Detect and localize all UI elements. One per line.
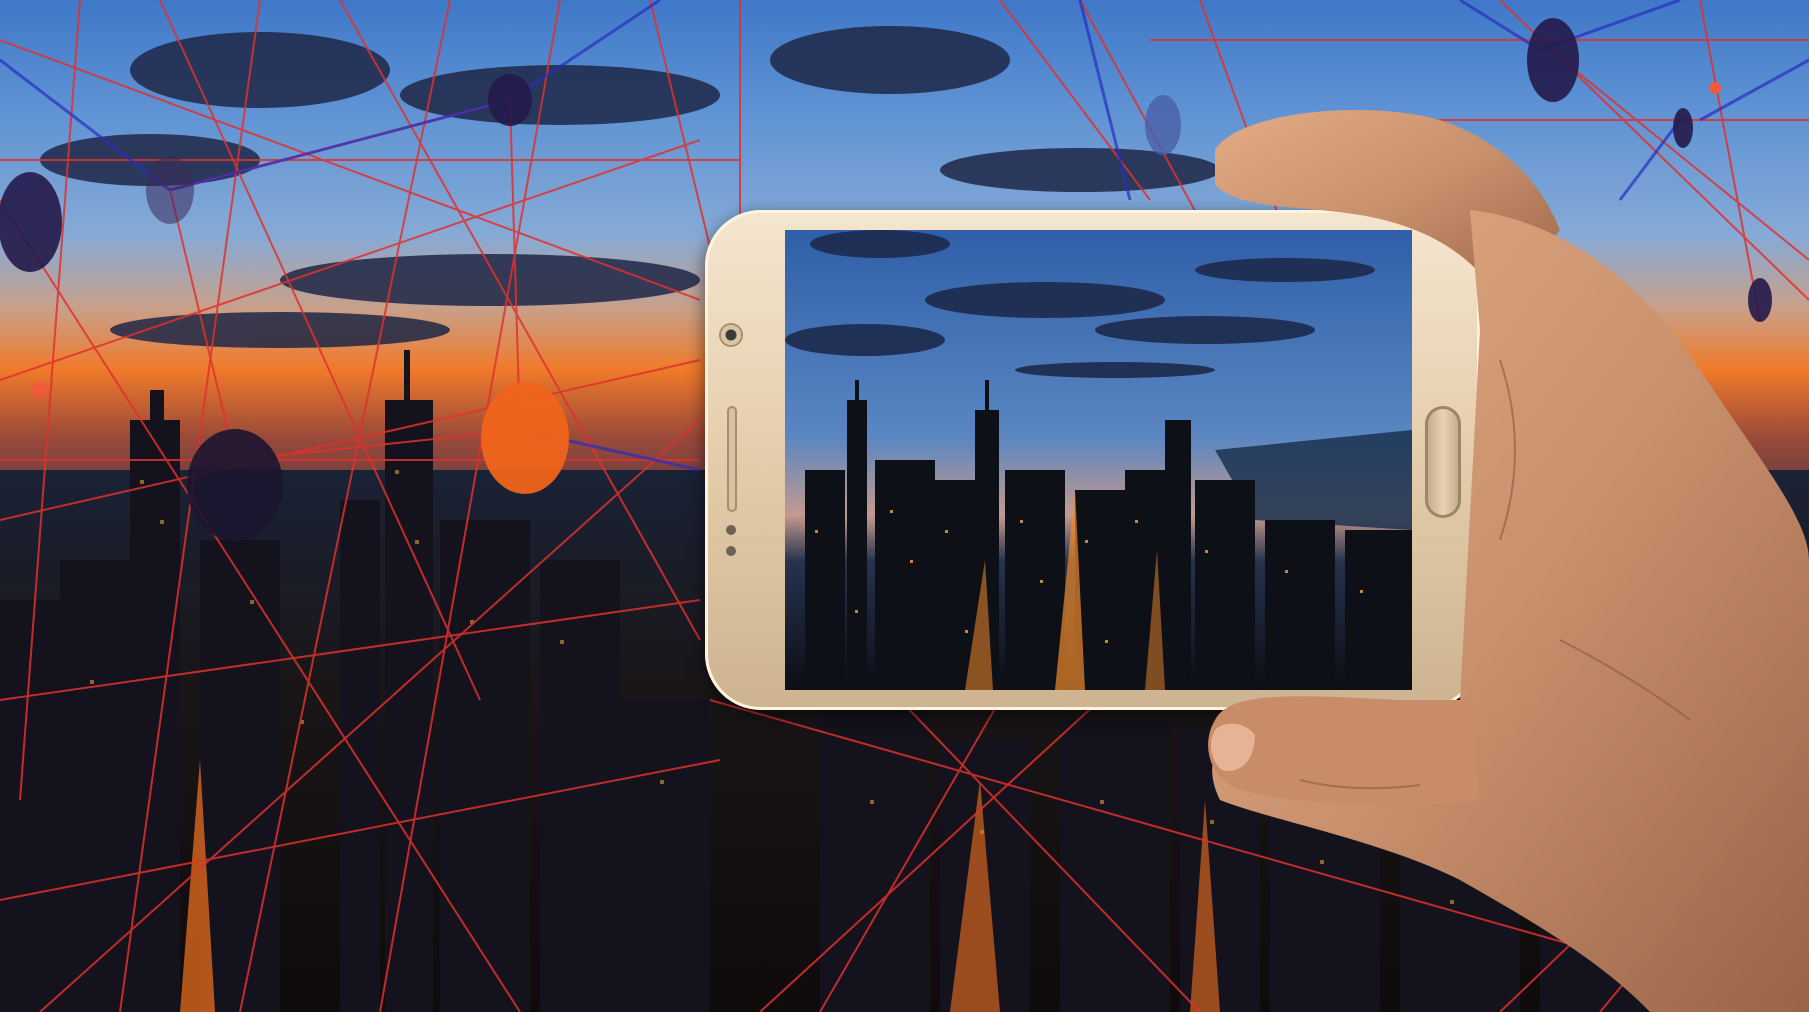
background-scene <box>0 0 1809 1012</box>
hand <box>1208 110 1809 1012</box>
